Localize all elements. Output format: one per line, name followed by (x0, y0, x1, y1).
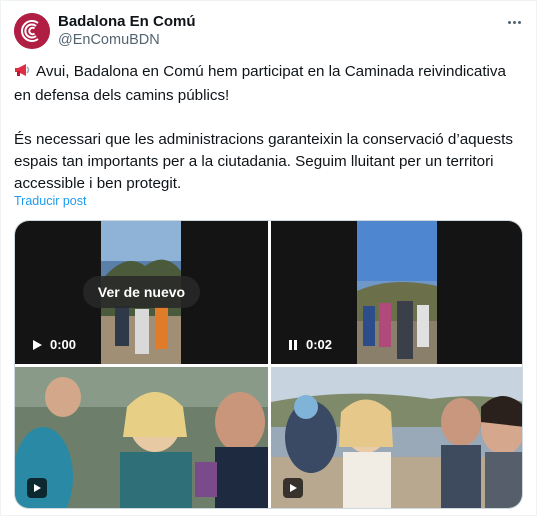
pause-icon[interactable] (287, 339, 299, 351)
video-3-play-icon[interactable] (27, 478, 47, 498)
tweet-line-2: És necessari que les administracions gar… (14, 131, 513, 192)
video-4-frame (271, 367, 522, 508)
megaphone-icon (14, 62, 32, 85)
avatar[interactable] (14, 13, 50, 49)
video-1-time: 0:00 (50, 337, 77, 352)
author-handle[interactable]: @EnComuBDN (58, 32, 160, 48)
logo-icon (14, 13, 50, 49)
video-1-controls[interactable]: 0:00 (31, 337, 76, 352)
video-3-frame (15, 367, 268, 508)
video-2-controls[interactable]: 0:02 (287, 337, 332, 352)
video-2[interactable]: 0:02 (271, 221, 522, 364)
video-4-play-icon[interactable] (283, 478, 303, 498)
author-name[interactable]: Badalona En Comú (58, 13, 196, 30)
play-icon[interactable] (31, 339, 43, 351)
video-4[interactable] (271, 367, 522, 508)
tweet-card: Badalona En Comú @EnComuBDN Avui, Badalo… (0, 0, 537, 516)
replay-button[interactable]: Ver de nuevo (83, 276, 200, 308)
video-3[interactable] (15, 367, 268, 508)
video-1[interactable]: Ver de nuevo 0:00 (15, 221, 268, 364)
translate-link[interactable]: Traducir post (14, 194, 86, 208)
tweet-line-1: Avui, Badalona en Comú hem participat en… (14, 63, 506, 104)
more-options-icon[interactable] (503, 11, 525, 33)
media-grid: Ver de nuevo 0:00 0:02 (14, 220, 523, 509)
video-2-time: 0:02 (306, 337, 333, 352)
tweet-text: Avui, Badalona en Comú hem participat en… (14, 61, 524, 195)
